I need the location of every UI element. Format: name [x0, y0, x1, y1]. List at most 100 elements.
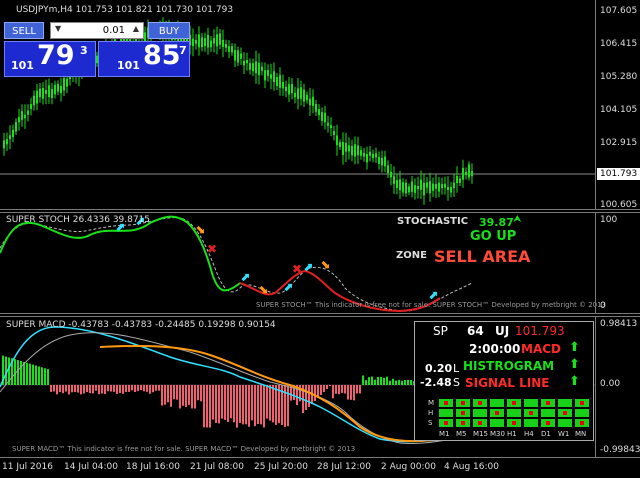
- macd-histogram-bar: [203, 385, 205, 427]
- buy-price-big: 85: [143, 40, 181, 71]
- macd-histogram-bar: [242, 385, 244, 424]
- macd-histogram-bar: [20, 361, 22, 385]
- buy-price-prefix: 101: [117, 59, 140, 72]
- stoch-pane[interactable]: ⬈⬈⬊✖⬈⬊⬈✖⬈⬊⬈ SUPER STOCH 26.4336 39.8715 …: [0, 213, 595, 313]
- candle-body: [57, 84, 59, 92]
- macd-histogram-bar: [365, 380, 367, 385]
- macd-histogram-bar: [74, 385, 76, 392]
- candle-body: [234, 50, 236, 60]
- chart-title: USDJPYm,H4 101.753 101.821 101.730 101.7…: [16, 5, 233, 15]
- macd-title: SUPER MACD -0.43783 -0.43783 -0.24485 0.…: [6, 320, 276, 330]
- candle-body: [429, 181, 431, 193]
- macd-histogram-bar: [164, 385, 166, 405]
- buy-button[interactable]: BUY: [148, 22, 190, 39]
- candle-body: [231, 46, 233, 52]
- candle-body: [36, 91, 38, 104]
- candle-body: [309, 99, 311, 105]
- candle-body: [315, 104, 317, 112]
- candle-body: [453, 183, 455, 188]
- macd-histogram-bar: [410, 380, 412, 385]
- candle-body: [285, 87, 287, 91]
- macd-histogram-bar: [248, 385, 250, 427]
- signal-cell: [473, 399, 487, 407]
- candle-body: [228, 46, 230, 52]
- macd-tick: 0.00: [600, 379, 620, 389]
- decrease-lot-icon[interactable]: ▼: [55, 24, 61, 33]
- macd-histogram-bar: [350, 385, 352, 400]
- macd-histogram-bar: [104, 385, 106, 394]
- candle-body: [297, 88, 299, 99]
- candle-body: [369, 152, 371, 156]
- signal-dot: [461, 411, 465, 415]
- macd-histogram-bar: [161, 385, 163, 406]
- candle-body: [303, 90, 305, 102]
- macd-histogram-bar: [44, 368, 46, 385]
- macd-histogram-bar: [254, 385, 256, 426]
- macd-histogram-bar: [158, 385, 160, 391]
- macd-tick: 0.98413: [600, 319, 637, 329]
- stoch-tick: 0: [600, 301, 606, 311]
- signal-cell: [507, 419, 521, 427]
- time-tick: 11 Jul 2016: [2, 462, 53, 472]
- candle-body: [66, 79, 68, 87]
- macd-histogram-bar: [80, 385, 82, 394]
- signal-cell: [558, 409, 572, 417]
- macd-histogram-bar: [77, 385, 79, 393]
- sell-button[interactable]: SELL: [4, 22, 44, 39]
- macd-histogram-bar: [185, 385, 187, 407]
- candle-body: [423, 183, 425, 196]
- candle-body: [411, 182, 413, 192]
- stochastic-label: STOCHASTIC: [397, 216, 468, 227]
- macd-histogram-bar: [215, 385, 217, 423]
- macd-histogram-bar: [212, 385, 214, 420]
- macd-histogram-bar: [143, 385, 145, 391]
- macd-histogram-bar: [257, 385, 259, 424]
- macd-histogram-bar: [101, 385, 103, 394]
- sell-arrow-icon: ⬊: [320, 257, 330, 271]
- macd-histogram-bar: [368, 377, 370, 385]
- timeframe-label: MN: [575, 430, 586, 438]
- candle-body: [432, 184, 434, 191]
- signal-cell: [541, 419, 555, 427]
- macd-histogram-bar: [353, 385, 355, 400]
- candle-body: [192, 39, 194, 46]
- macd-histogram-bar: [359, 385, 361, 393]
- pair-price: 101.793: [515, 324, 565, 338]
- macd-histogram-bar: [89, 385, 91, 393]
- candle-body: [27, 111, 29, 115]
- signal-cell: [439, 409, 453, 417]
- macd-histogram-bar: [113, 385, 115, 392]
- buy-price-box[interactable]: 101 85 7: [98, 41, 190, 77]
- candle-body: [45, 90, 47, 94]
- signal-dot: [512, 421, 516, 425]
- signal-dot: [546, 401, 550, 405]
- macd-histogram-bar: [371, 377, 373, 385]
- candle-body: [363, 153, 365, 157]
- sell-cross-icon: ✖: [207, 242, 217, 256]
- value-s-unit: S: [453, 376, 460, 389]
- candle-body: [255, 61, 257, 73]
- candle-body: [417, 186, 419, 189]
- candle-body: [435, 184, 437, 189]
- macd-histogram-bar: [326, 385, 328, 389]
- macd-histogram-bar: [233, 385, 235, 422]
- macd-histogram-bar: [356, 385, 358, 393]
- lot-value: 0.01: [103, 25, 125, 36]
- signal-cell: [490, 419, 504, 427]
- candle-body: [240, 54, 242, 59]
- signal-cell: [575, 399, 589, 407]
- macd-histogram-bar: [377, 377, 379, 385]
- macd-histogram-bar: [305, 385, 307, 410]
- macd-histogram-bar: [227, 385, 229, 422]
- candle-body: [387, 165, 389, 173]
- sell-price-box[interactable]: 101 79 3: [4, 41, 96, 77]
- candle-body: [63, 78, 65, 91]
- candle-body: [15, 122, 17, 132]
- candle-body: [441, 184, 443, 188]
- lot-size-input[interactable]: ▼ 0.01 ▲: [50, 22, 144, 39]
- candle-body: [327, 123, 329, 126]
- increase-lot-icon[interactable]: ▲: [133, 24, 139, 33]
- candle-body: [288, 84, 290, 94]
- spread-label: SP: [433, 324, 448, 338]
- macd-histogram-bar: [29, 364, 31, 385]
